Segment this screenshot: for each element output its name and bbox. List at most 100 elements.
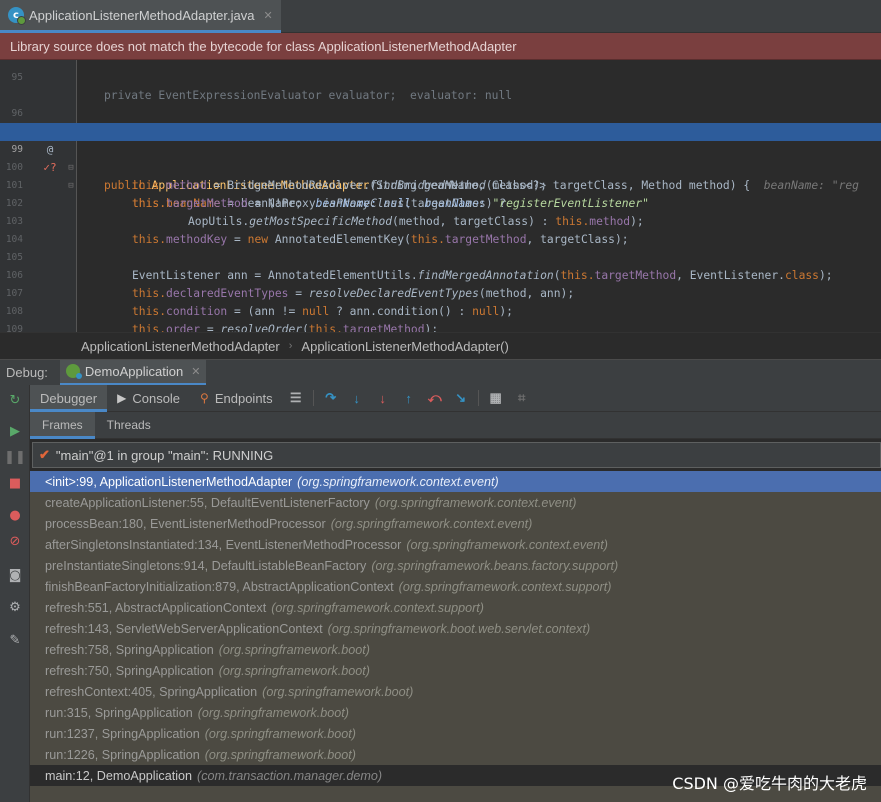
editor-tab-label: ApplicationListenerMethodAdapter.java bbox=[29, 7, 255, 23]
code-line: 100 this.method = BridgeMethodResolver.f… bbox=[0, 141, 881, 192]
code-line: 109 } bbox=[0, 303, 881, 332]
tab-frames-label: Frames bbox=[42, 418, 83, 432]
frame-method: refresh:551, AbstractApplicationContext bbox=[45, 600, 267, 615]
code-line: 110 bbox=[0, 321, 881, 332]
code-line: 95 private EventExpressionEvaluator eval… bbox=[0, 60, 881, 102]
editor-tab[interactable]: c ApplicationListenerMethodAdapter.java … bbox=[0, 0, 281, 33]
stack-frame[interactable]: refresh:551, AbstractApplicationContext (… bbox=[30, 597, 881, 618]
tab-console[interactable]: ▶ Console bbox=[107, 385, 190, 412]
frame-method: run:1237, SpringApplication bbox=[45, 726, 200, 741]
code-line: 101 this.targetMethod = (!Proxy.isProxyC… bbox=[0, 159, 881, 210]
trace-icon[interactable]: ⌗ bbox=[513, 389, 531, 407]
frames-threads-tabs: Frames Threads bbox=[30, 411, 881, 439]
code-line: 105 EventListener ann = AnnotatedElement… bbox=[0, 231, 881, 282]
frame-method: refresh:143, ServletWebServerApplication… bbox=[45, 621, 323, 636]
stack-frame[interactable]: refreshContext:405, SpringApplication (or… bbox=[30, 681, 881, 702]
close-icon[interactable]: ✕ bbox=[191, 365, 200, 378]
code-line: 108 this.order = resolveOrder(this.targe… bbox=[0, 285, 881, 332]
stop-icon[interactable]: ■ bbox=[6, 474, 24, 492]
banner-text: Library source does not match the byteco… bbox=[10, 38, 517, 54]
evaluate-expression-icon[interactable]: ▦ bbox=[487, 389, 505, 407]
frame-method: <init>:99, ApplicationListenerMethodAdap… bbox=[45, 474, 293, 489]
tab-threads-label: Threads bbox=[106, 418, 151, 432]
tab-debugger[interactable]: Debugger bbox=[30, 384, 108, 412]
pin-icon[interactable]: ✎ bbox=[6, 631, 24, 649]
step-out-icon[interactable]: ↑ bbox=[400, 389, 418, 407]
editor-tab-bar: c ApplicationListenerMethodAdapter.java … bbox=[0, 0, 881, 33]
stack-frame[interactable]: refresh:143, ServletWebServerApplication… bbox=[30, 618, 881, 639]
frame-method: preInstantiateSingletons:914, DefaultLis… bbox=[45, 558, 367, 573]
tab-frames[interactable]: Frames bbox=[30, 411, 95, 439]
code-line: 103 this.methodKey = new AnnotatedElemen… bbox=[0, 195, 881, 246]
frame-method: refresh:758, SpringApplication bbox=[45, 642, 214, 657]
stack-frame[interactable]: refresh:758, SpringApplication (org.sprin… bbox=[30, 639, 881, 660]
code-line: 96 bbox=[0, 87, 881, 119]
debug-label: Debug: bbox=[6, 365, 48, 380]
stack-frame[interactable]: <init>:99, ApplicationListenerMethodAdap… bbox=[30, 471, 881, 492]
stack-frame[interactable]: run:1237, SpringApplication (org.springfr… bbox=[30, 723, 881, 744]
frame-package: (org.springframework.boot) bbox=[197, 705, 349, 720]
frame-package: (org.springframework.context.event) bbox=[406, 537, 608, 552]
step-into-icon[interactable]: ↓ bbox=[348, 389, 366, 407]
close-icon[interactable]: ✕ bbox=[263, 9, 272, 22]
frame-package: (org.springframework.context.support) bbox=[398, 579, 612, 594]
step-over-icon[interactable]: ↷ bbox=[322, 389, 340, 407]
tab-threads[interactable]: Threads bbox=[95, 412, 163, 439]
code-line: 107 this.condition = (ann != null ? ann.… bbox=[0, 267, 881, 318]
tab-endpoints-label: Endpoints bbox=[214, 390, 273, 406]
thread-label: "main"@1 in group "main": RUNNING bbox=[55, 447, 274, 463]
stack-frame[interactable]: refresh:750, SpringApplication (org.sprin… bbox=[30, 660, 881, 681]
checkmark-icon: ✔ bbox=[39, 447, 50, 462]
stack-frame[interactable]: preInstantiateSingletons:914, DefaultLis… bbox=[30, 555, 881, 576]
frame-method: refreshContext:405, SpringApplication bbox=[45, 684, 258, 699]
frame-method: refresh:750, SpringApplication bbox=[45, 663, 214, 678]
stack-frame[interactable]: createApplicationListener:55, DefaultEve… bbox=[30, 492, 881, 513]
code-line: 98 @ ⊟ public ApplicationListenerMethodA… bbox=[0, 105, 881, 192]
camera-icon[interactable]: ◙ bbox=[6, 566, 24, 584]
library-mismatch-banner: Library source does not match the byteco… bbox=[0, 33, 881, 60]
endpoints-icon: ⚲ bbox=[200, 391, 209, 405]
line-number: 95 bbox=[11, 72, 23, 83]
resume-icon[interactable]: ▶ bbox=[6, 422, 24, 440]
force-step-into-icon[interactable]: ↓ bbox=[374, 389, 392, 407]
stack-frame[interactable]: processBean:180, EventListenerMethodProc… bbox=[30, 513, 881, 534]
stack-frame[interactable]: run:315, SpringApplication (org.springfra… bbox=[30, 702, 881, 723]
tab-console-label: Console bbox=[132, 390, 181, 406]
current-execution-line: 99 ✓? ⊟ this.beanName = beanName; beanNa… bbox=[0, 123, 881, 210]
mute-breakpoints-icon[interactable]: ⊘ bbox=[6, 532, 24, 550]
frame-method: afterSingletonsInstantiated:134, EventLi… bbox=[45, 537, 402, 552]
stack-frame[interactable]: afterSingletonsInstantiated:134, EventLi… bbox=[30, 534, 881, 555]
code-line: 106 this.declaredEventTypes = resolveDec… bbox=[0, 249, 881, 300]
run-to-cursor-icon[interactable]: ↘ bbox=[452, 389, 470, 407]
rerun-icon[interactable]: ↻ bbox=[6, 391, 24, 409]
debug-tool-window-header: Debug: DemoApplication ✕ bbox=[0, 359, 881, 386]
drop-frame-icon[interactable]: ⤺ bbox=[426, 389, 444, 407]
class-icon: c bbox=[8, 7, 26, 25]
frames-list[interactable]: <init>:99, ApplicationListenerMethodAdap… bbox=[30, 471, 881, 802]
tab-endpoints[interactable]: ⚲ Endpoints bbox=[190, 385, 283, 412]
stack-frame[interactable]: run:1226, SpringApplication (org.springfr… bbox=[30, 744, 881, 765]
run-tab-label: DemoApplication bbox=[84, 363, 184, 379]
breadcrumb-item-class[interactable]: ApplicationListenerMethodAdapter bbox=[81, 339, 280, 354]
code-editor[interactable]: 95 private EventExpressionEvaluator eval… bbox=[0, 60, 881, 332]
breadcrumb-item-method[interactable]: ApplicationListenerMethodAdapter() bbox=[301, 339, 508, 354]
frame-package: (org.springframework.context.event) bbox=[297, 474, 499, 489]
breadcrumb-separator: › bbox=[288, 340, 293, 352]
toolbar-separator bbox=[477, 390, 479, 406]
view-breakpoints-icon[interactable]: ● bbox=[6, 506, 24, 524]
frame-package: (org.springframework.context.support) bbox=[271, 600, 484, 615]
tab-debugger-label: Debugger bbox=[40, 390, 98, 406]
frame-package: (org.springframework.boot) bbox=[218, 663, 370, 678]
run-configuration-tab[interactable]: DemoApplication ✕ bbox=[59, 359, 207, 386]
stack-frame[interactable]: finishBeanFactoryInitialization:879, Abs… bbox=[30, 576, 881, 597]
settings-icon[interactable]: ⚙ bbox=[6, 598, 24, 616]
frame-package: (org.springframework.boot) bbox=[204, 726, 356, 741]
frame-package: (org.springframework.boot.web.servlet.co… bbox=[327, 621, 591, 636]
layout-icon[interactable]: ☰ bbox=[287, 389, 305, 407]
thread-selector[interactable]: ✔ "main"@1 in group "main": RUNNING bbox=[32, 442, 881, 468]
pause-icon[interactable]: ❚❚ bbox=[4, 448, 26, 466]
frame-package: (org.springframework.context.event) bbox=[374, 495, 577, 510]
frame-method: run:315, SpringApplication bbox=[45, 705, 193, 720]
frame-method: main:12, DemoApplication bbox=[45, 768, 193, 783]
frame-method: run:1226, SpringApplication bbox=[45, 747, 200, 762]
